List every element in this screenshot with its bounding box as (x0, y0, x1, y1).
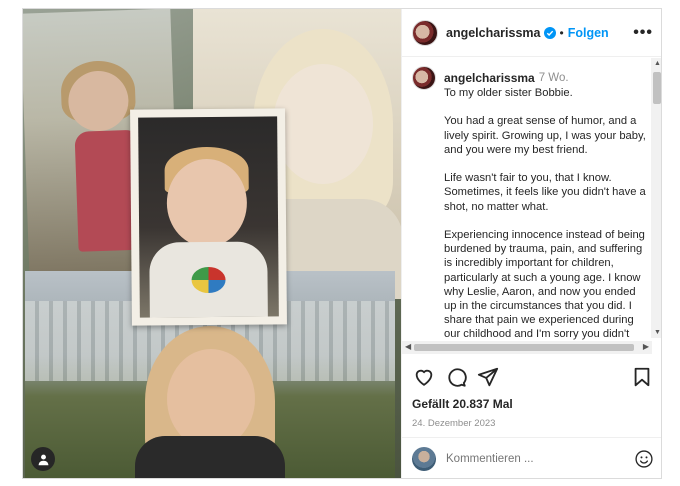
scrollbar-thumb[interactable] (653, 72, 661, 104)
scroll-right-arrow[interactable]: ▶ (643, 342, 649, 351)
like-count[interactable]: Gefällt 20.837 Mal (412, 397, 654, 411)
action-icons (412, 359, 654, 395)
caption: angelcharissma 7 Wo. To my older sister … (412, 66, 647, 354)
post-date[interactable]: 24. Dezember 2023 (412, 418, 654, 429)
avatar (412, 447, 436, 471)
post-image-collage[interactable] (23, 9, 401, 478)
caption-scroll-area[interactable]: angelcharissma 7 Wo. To my older sister … (402, 58, 661, 354)
post-header: angelcharissma • Folgen ••• (402, 9, 661, 57)
separator-dot: • (559, 25, 564, 40)
horizontal-scrollbar[interactable]: ◀ ▶ (402, 341, 652, 354)
caption-paragraph: To my older sister Bobbie. (444, 87, 573, 99)
caption-paragraph: Experiencing innocence instead of being … (444, 228, 645, 354)
comment-bubble-icon[interactable] (444, 365, 468, 389)
comment-input[interactable] (446, 453, 634, 465)
caption-paragraph: You had a great sense of humor, and a li… (444, 115, 646, 156)
vertical-scrollbar[interactable]: ▲ ▼ (651, 58, 661, 338)
bookmark-icon[interactable] (630, 365, 654, 389)
avatar[interactable] (412, 19, 438, 46)
caption-timestamp[interactable]: 7 Wo. (539, 72, 569, 84)
username-link[interactable]: angelcharissma (446, 26, 541, 40)
scroll-down-arrow[interactable]: ▼ (654, 329, 661, 336)
photo-toddler-with-ball (130, 108, 287, 326)
paper-plane-icon[interactable] (476, 365, 500, 389)
smiley-icon[interactable] (634, 449, 654, 469)
comment-bar (402, 437, 661, 478)
caption-text: To my older sister Bobbie. You had a gre… (444, 86, 647, 354)
scrollbar-thumb[interactable] (414, 344, 634, 351)
verified-badge-icon (543, 26, 556, 39)
scroll-left-arrow[interactable]: ◀ (405, 342, 411, 351)
avatar[interactable] (412, 66, 436, 90)
heart-icon[interactable] (412, 365, 436, 389)
scroll-up-arrow[interactable]: ▲ (654, 60, 661, 67)
instagram-post: angelcharissma • Folgen ••• angelchariss… (22, 8, 662, 479)
caption-paragraph: Life wasn't fair to you, that I know. So… (444, 172, 646, 213)
more-options-button[interactable]: ••• (633, 24, 653, 42)
post-side-panel: angelcharissma • Folgen ••• angelchariss… (401, 9, 661, 478)
caption-username[interactable]: angelcharissma (444, 71, 535, 85)
follow-button[interactable]: Folgen (568, 26, 609, 40)
person-icon[interactable] (31, 447, 55, 471)
post-actions: Gefällt 20.837 Mal 24. Dezember 2023 (402, 359, 661, 429)
